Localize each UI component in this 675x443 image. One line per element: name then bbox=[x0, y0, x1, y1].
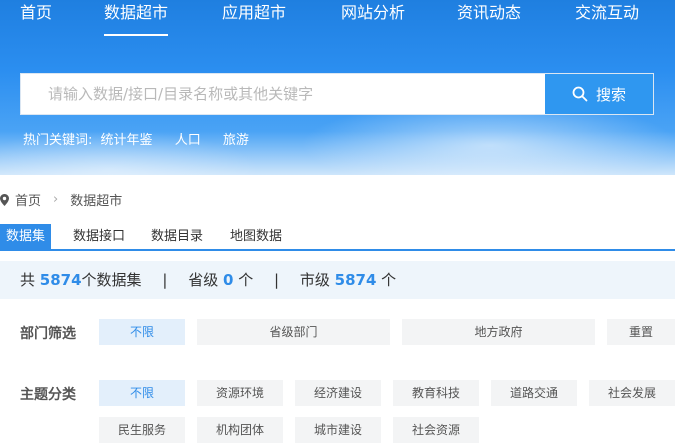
stats-province-count: 0 bbox=[222, 271, 234, 289]
hero-banner: 首页 数据超市 应用超市 网站分析 资讯动态 交流互动 搜索 热门关键词: 统计… bbox=[0, 0, 675, 175]
reset-button[interactable]: 重置 bbox=[607, 319, 675, 345]
stats-city-prefix: 市级 bbox=[299, 271, 330, 289]
topic-filter-label: 主题分类 bbox=[20, 387, 76, 403]
search-input[interactable] bbox=[21, 74, 546, 114]
hot-keyword[interactable]: 统计年鉴 bbox=[101, 133, 153, 148]
topic-option-economy[interactable]: 经济建设 bbox=[295, 380, 381, 406]
stats-total-suffix: 个数据集 bbox=[81, 271, 142, 289]
topic-option-resources[interactable]: 资源环境 bbox=[197, 380, 283, 406]
breadcrumb-home[interactable]: 首页 bbox=[15, 190, 41, 209]
nav-item-news[interactable]: 资讯动态 bbox=[457, 4, 521, 22]
stats-total-prefix: 共 bbox=[20, 271, 36, 289]
hot-keyword[interactable]: 人口 bbox=[175, 133, 201, 148]
stats-separator: | bbox=[162, 271, 168, 289]
tab-data-api[interactable]: 数据接口 bbox=[67, 224, 131, 250]
topic-option-traffic[interactable]: 道路交通 bbox=[491, 380, 577, 406]
search-button[interactable]: 搜索 bbox=[545, 74, 653, 114]
search-button-label: 搜索 bbox=[595, 85, 626, 104]
tab-data-catalog[interactable]: 数据目录 bbox=[145, 224, 209, 250]
search-icon bbox=[572, 86, 588, 102]
stats-province-suffix: 个 bbox=[238, 271, 254, 289]
topic-option-society[interactable]: 社会发展 bbox=[589, 380, 675, 406]
stats-total-count: 5874 bbox=[39, 271, 82, 289]
stats-city-count: 5874 bbox=[334, 271, 377, 289]
hot-keyword[interactable]: 旅游 bbox=[223, 133, 249, 148]
department-option-local-gov[interactable]: 地方政府 bbox=[402, 319, 595, 345]
tab-map-data[interactable]: 地图数据 bbox=[224, 224, 288, 250]
nav-item-site-analysis[interactable]: 网站分析 bbox=[341, 4, 405, 22]
topic-option-organizations[interactable]: 机构团体 bbox=[197, 417, 283, 443]
breadcrumb: 首页 › 数据超市 bbox=[0, 190, 122, 209]
nav-item-app-market[interactable]: 应用超市 bbox=[222, 4, 286, 22]
department-option-provincial[interactable]: 省级部门 bbox=[197, 319, 390, 345]
hot-keywords-label: 热门关键词: bbox=[23, 133, 93, 148]
topic-option-urban[interactable]: 城市建设 bbox=[295, 417, 381, 443]
stats-province-prefix: 省级 bbox=[188, 271, 219, 289]
nav-item-home[interactable]: 首页 bbox=[20, 4, 52, 22]
topic-option-any[interactable]: 不限 bbox=[99, 380, 185, 406]
chevron-right-icon: › bbox=[53, 192, 59, 207]
topic-option-livelihood[interactable]: 民生服务 bbox=[99, 417, 185, 443]
dataset-tabs: 数据集 数据接口 数据目录 地图数据 bbox=[0, 224, 675, 251]
breadcrumb-current: 数据超市 bbox=[70, 194, 123, 209]
topic-option-education[interactable]: 教育科技 bbox=[393, 380, 479, 406]
stats-city-suffix: 个 bbox=[381, 271, 397, 289]
department-filter-label: 部门筛选 bbox=[20, 326, 76, 342]
nav-item-interaction[interactable]: 交流互动 bbox=[575, 4, 639, 22]
hot-keywords: 热门关键词: 统计年鉴 人口 旅游 bbox=[23, 129, 267, 148]
department-option-any[interactable]: 不限 bbox=[99, 319, 185, 345]
location-pin-icon bbox=[0, 193, 9, 206]
nav-item-data-market[interactable]: 数据超市 bbox=[104, 4, 169, 36]
topic-option-social-resources[interactable]: 社会资源 bbox=[393, 417, 479, 443]
search-box: 搜索 bbox=[20, 73, 654, 115]
stats-bar: 共 5874个数据集 | 省级 0 个 | 市级 5874 个 bbox=[0, 261, 675, 299]
stats-separator: | bbox=[274, 271, 280, 289]
top-nav: 首页 数据超市 应用超市 网站分析 资讯动态 交流互动 bbox=[0, 0, 675, 36]
tab-datasets[interactable]: 数据集 bbox=[0, 224, 52, 250]
